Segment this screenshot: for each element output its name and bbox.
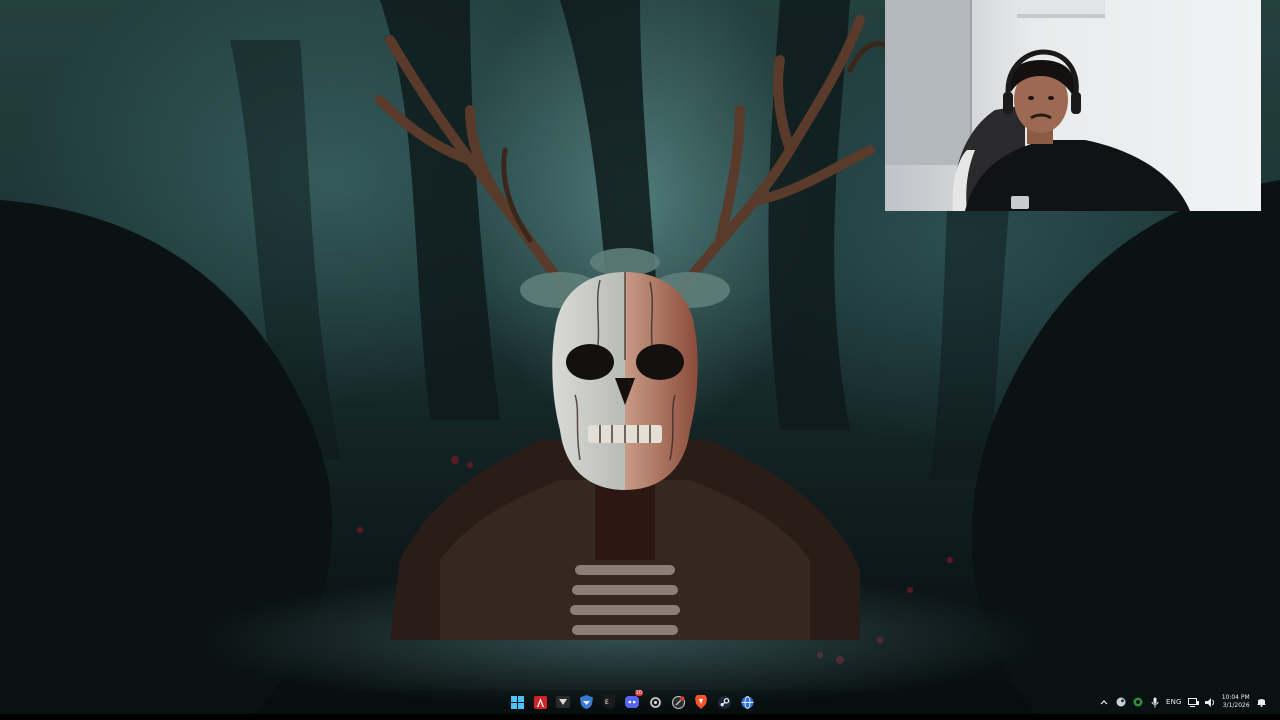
desktop: E 10 ENG 10:04 PM 3/1/2026	[0, 0, 1280, 720]
clock-time: 10:04 PM	[1221, 694, 1250, 701]
language-indicator[interactable]: ENG	[1166, 698, 1182, 706]
clock-date: 3/1/2026	[1222, 702, 1250, 709]
network-icon[interactable]	[1187, 697, 1199, 708]
media-player-icon[interactable]	[554, 693, 572, 711]
globe-app-icon[interactable]	[738, 693, 756, 711]
discord-badge: 10	[634, 690, 643, 696]
webcam-person	[885, 0, 1190, 211]
discord-icon[interactable]: 10	[623, 690, 643, 711]
taskbar-apps: E 10	[508, 690, 756, 712]
steam-icon[interactable]	[715, 693, 733, 711]
screen-bottom-edge	[0, 714, 1280, 720]
volume-icon[interactable]	[1204, 697, 1216, 708]
webcam-feed	[885, 0, 1261, 211]
notification-icon[interactable]	[1256, 697, 1267, 708]
steam-tray-icon[interactable]	[1115, 697, 1126, 708]
circle-app-icon[interactable]	[669, 693, 687, 711]
system-tray: ENG 10:04 PM 3/1/2026	[1098, 692, 1267, 712]
nvidia-tray-icon[interactable]	[1132, 697, 1143, 708]
shield-app-icon[interactable]	[577, 693, 595, 711]
chevron-up-icon[interactable]	[1098, 697, 1109, 708]
obs-icon[interactable]	[646, 693, 664, 711]
taskbar: E 10 ENG 10:04 PM 3/1/2026	[0, 690, 1280, 714]
adobe-acrobat-icon[interactable]	[531, 693, 549, 711]
brave-browser-icon[interactable]	[692, 693, 710, 711]
svg-text:E: E	[605, 699, 609, 706]
start-icon[interactable]	[508, 693, 526, 711]
clock[interactable]: 10:04 PM 3/1/2026	[1222, 694, 1250, 710]
microphone-icon[interactable]	[1149, 697, 1160, 708]
epic-games-icon[interactable]: E	[600, 693, 618, 711]
